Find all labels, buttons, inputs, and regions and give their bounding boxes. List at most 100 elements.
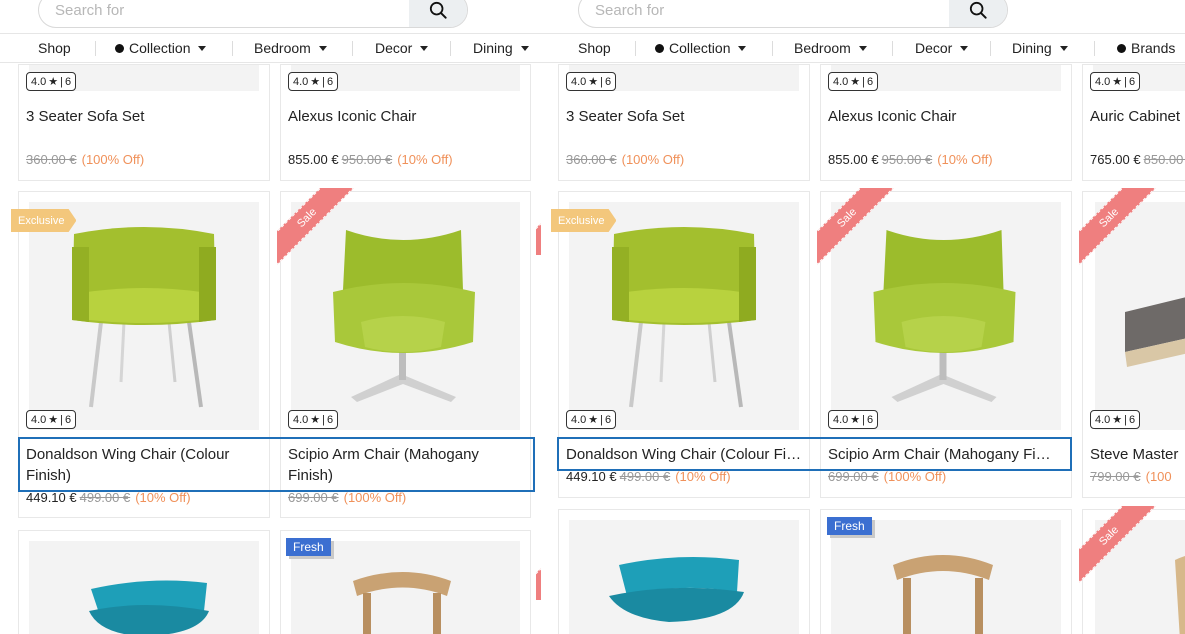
rating-sep: |: [1124, 413, 1128, 426]
search-icon: [429, 1, 447, 19]
product-name[interactable]: 3 Seater Sofa Set: [26, 106, 262, 127]
star-icon: ★: [1112, 414, 1123, 426]
rating-badge: 4.0 ★ | 6: [566, 72, 617, 91]
product-name[interactable]: Steve Master: [1090, 444, 1185, 465]
nav-dining[interactable]: Dining: [1012, 34, 1068, 62]
product-card-steve[interactable]: Sale 4.0 ★ | 6 Steve Master 799.00 € (100: [1079, 188, 1185, 498]
nav-shop[interactable]: Shop: [38, 34, 71, 62]
product-card-alexus[interactable]: 4.0 ★ | 6 Alexus Iconic Chair 855.00 €950.0…: [820, 64, 1072, 181]
search-icon: [969, 1, 987, 19]
chevron-down-icon: [520, 45, 529, 51]
product-price: 855.00 €950.00 € (10% Off): [828, 152, 993, 167]
product-card-sofa[interactable]: 4.0 ★ | 6 3 Seater Sofa Set 360.00 € (100% O…: [558, 64, 810, 181]
nav-dining[interactable]: Dining: [473, 34, 529, 62]
nav-collection[interactable]: Collection: [115, 34, 207, 62]
sale-ribbon: Sale: [817, 188, 897, 268]
nav-collection-label: Collection: [669, 40, 731, 56]
discount: (100% Off): [883, 469, 947, 484]
review-count: 6: [327, 413, 334, 426]
old-price: 499.00 €: [79, 490, 131, 505]
chevron-down-icon: [858, 45, 867, 51]
product-name[interactable]: Auric Cabinet: [1090, 106, 1185, 127]
product-image: [29, 541, 259, 634]
rating-value: 4.0: [571, 75, 587, 88]
product-card-partial[interactable]: Sale: [1079, 506, 1185, 634]
rating-badge: 4.0 ★ | 6: [26, 410, 77, 429]
current-price: 855.00 €: [828, 152, 879, 167]
rating-sep: |: [1124, 75, 1128, 88]
search-bar: [578, 0, 1008, 28]
nav-shop[interactable]: Shop: [578, 34, 611, 62]
nav-dining-label: Dining: [473, 40, 513, 56]
old-price: 950.00 €: [881, 152, 933, 167]
discount: (10% Off): [675, 469, 731, 484]
nav-decor-label: Decor: [375, 40, 413, 56]
nav-divider: [892, 41, 893, 56]
highlight-box: [557, 437, 1072, 471]
rating-sep: |: [862, 413, 866, 426]
rating-sep: |: [862, 75, 866, 88]
star-icon: ★: [588, 76, 599, 88]
highlight-box: [18, 437, 535, 492]
review-count: 6: [1129, 413, 1136, 426]
nav-divider: [232, 41, 233, 56]
product-name[interactable]: Alexus Iconic Chair: [288, 106, 524, 127]
nav-brands[interactable]: Brands: [1117, 34, 1175, 62]
rating-sep: |: [600, 413, 604, 426]
teal-chair-image: [609, 556, 744, 622]
nav-bedroom[interactable]: Bedroom: [254, 34, 327, 62]
rating-value: 4.0: [1095, 413, 1111, 426]
discount: (10% Off): [937, 152, 993, 167]
nav-collection[interactable]: Collection: [655, 34, 747, 62]
wooden-chair-image: [893, 555, 993, 634]
search-input[interactable]: [39, 0, 409, 27]
rating-value: 4.0: [833, 75, 849, 88]
rating-value: 4.0: [293, 75, 309, 88]
review-count: 6: [867, 75, 874, 88]
main-nav: Shop Collection Bedroom Decor Dining Bra…: [541, 33, 1185, 63]
nav-bedroom[interactable]: Bedroom: [794, 34, 867, 62]
nav-decor[interactable]: Decor: [915, 34, 969, 62]
product-card-alexus[interactable]: 4.0 ★ | 6 Alexus Iconic Chair 855.00 €950.0…: [280, 64, 531, 181]
nav-divider: [352, 41, 353, 56]
right-viewport: Shop Collection Bedroom Decor Dining Bra…: [541, 0, 1185, 634]
discount: (10% Off): [397, 152, 453, 167]
product-name[interactable]: Alexus Iconic Chair: [828, 106, 1064, 127]
product-card-auric[interactable]: 4.0★|6 Auric Cabinet 765.00 €850.00 €: [1082, 64, 1185, 181]
old-price: 360.00 €: [26, 152, 77, 167]
nav-bedroom-label: Bedroom: [254, 40, 311, 56]
product-card-sofa[interactable]: 4.0 ★ | 6 3 Seater Sofa Set 360.00 € (100% O…: [18, 64, 270, 181]
discount: (100% Off): [343, 490, 407, 505]
discount: (100: [1145, 469, 1172, 484]
product-card-teal[interactable]: [18, 530, 270, 634]
product-image: [831, 520, 1061, 634]
exclusive-badge: Exclusive: [551, 209, 617, 232]
rating-badge: 4.0 ★ | 6: [288, 72, 339, 91]
search-input[interactable]: [579, 0, 949, 27]
review-count: 6: [327, 75, 334, 88]
nav-divider: [95, 41, 96, 56]
product-price: 449.10 €499.00 € (10% Off): [26, 490, 191, 505]
discount: (10% Off): [135, 490, 191, 505]
nav-divider: [1094, 41, 1095, 56]
product-name[interactable]: 3 Seater Sofa Set: [566, 106, 802, 127]
rating-value: 4.0: [293, 413, 309, 426]
star-icon: ★: [850, 414, 861, 426]
sale-ribbon: Sale: [277, 188, 357, 268]
star-icon: ★: [1112, 76, 1123, 88]
rating-value: 4.0: [833, 413, 849, 426]
product-card-teal[interactable]: [558, 509, 810, 634]
review-count: 6: [605, 413, 612, 426]
product-price: 360.00 € (100% Off): [26, 152, 144, 167]
rating-badge: 4.0 ★ | 6: [288, 410, 339, 429]
rating-badge: 4.0 ★ | 6: [1090, 410, 1141, 429]
search-button[interactable]: [409, 0, 467, 27]
nav-decor[interactable]: Decor: [375, 34, 429, 62]
product-price: 799.00 € (100: [1090, 469, 1172, 484]
rating-sep: |: [600, 75, 604, 88]
review-count: 6: [65, 413, 72, 426]
dot-icon: [1117, 43, 1126, 53]
current-price: 449.10 €: [566, 469, 617, 484]
search-button[interactable]: [949, 0, 1007, 27]
current-price: 855.00 €: [288, 152, 339, 167]
